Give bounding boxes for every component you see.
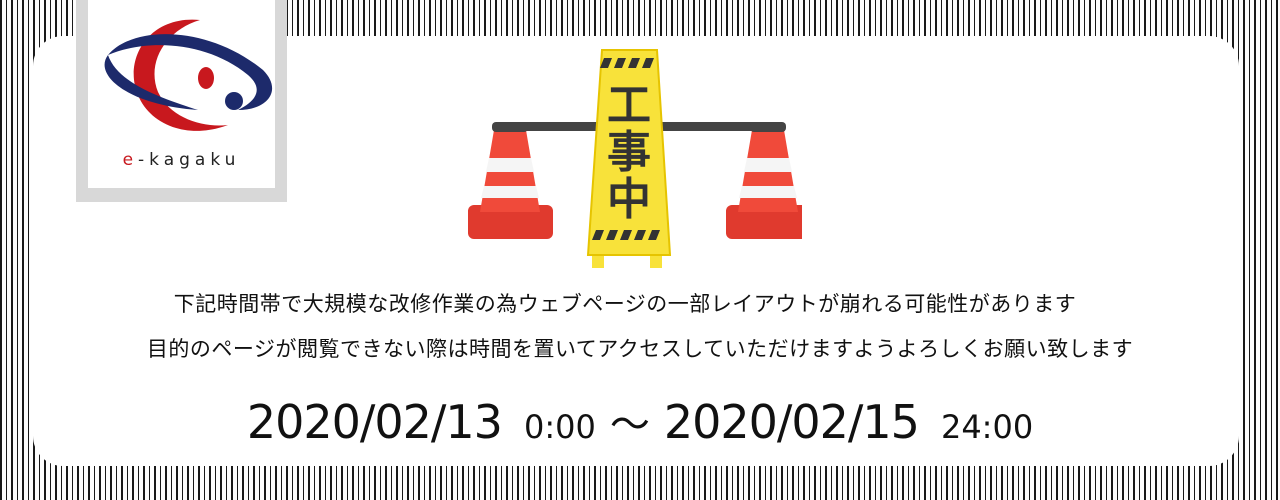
maintenance-schedule: 2020/02/13 0:00 ～ 2020/02/15 24:00	[0, 392, 1280, 450]
start-date: 2020/02/13	[246, 395, 503, 449]
end-time: 24:00	[940, 408, 1034, 446]
start-time: 0:00	[523, 408, 596, 446]
svg-text:事: 事	[607, 127, 651, 178]
traffic-cone-icon	[726, 122, 802, 239]
notice-line-1: 下記時間帯で大規模な改修作業の為ウェブページの一部レイアウトが崩れる可能性があり…	[173, 292, 1077, 316]
construction-sign-icon: 工 事 中	[586, 49, 672, 268]
logo-wordmark: e-kagaku	[88, 150, 275, 170]
range-separator: ～	[609, 402, 650, 448]
end-date: 2020/02/15	[663, 395, 920, 449]
notice-line-2: 目的のページが閲覧できない際は時間を置いてアクセスしていただけますようよろしくお…	[146, 337, 1134, 361]
svg-text:工: 工	[607, 80, 651, 131]
logo: e-kagaku	[88, 0, 275, 188]
under-construction-icon: 工 事 中	[468, 49, 802, 268]
logo-frame[interactable]: e-kagaku	[76, 0, 287, 202]
logo-prefix: e	[122, 150, 139, 170]
svg-text:中: 中	[607, 174, 651, 225]
traffic-cone-icon	[468, 122, 553, 239]
logo-suffix: -kagaku	[138, 150, 241, 170]
